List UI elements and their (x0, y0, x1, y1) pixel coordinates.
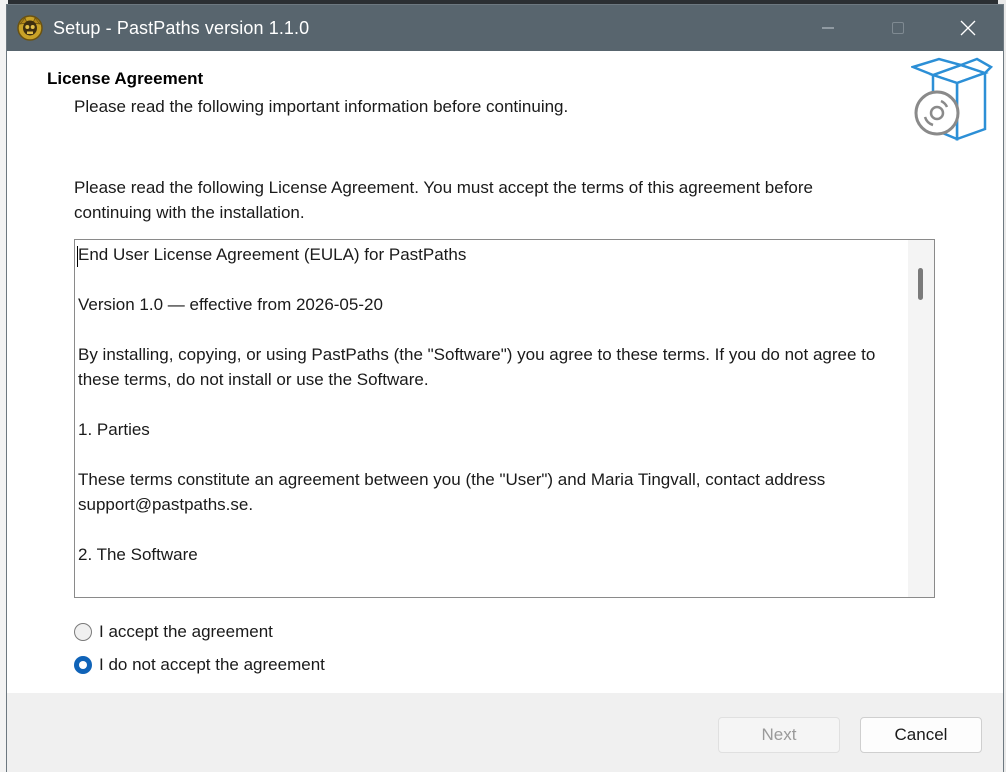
skull-logo-icon (17, 15, 43, 41)
minimize-button[interactable] (793, 5, 863, 51)
scrollbar-thumb[interactable] (918, 268, 923, 300)
wizard-footer: Next Cancel (7, 693, 1003, 772)
license-paragraph: End User License Agreement (EULA) for Pa… (78, 245, 467, 264)
minimize-icon (822, 27, 834, 29)
window-title: Setup - PastPaths version 1.1.0 (53, 17, 310, 38)
license-paragraph: These terms constitute an agreement betw… (78, 470, 826, 514)
license-text: End User License Agreement (EULA) for Pa… (78, 240, 908, 592)
close-icon (960, 20, 976, 36)
accept-agreement-label: I accept the agreement (99, 622, 273, 641)
license-paragraph: 2. The Software (78, 545, 198, 564)
close-button[interactable] (933, 5, 1003, 51)
license-paragraph: 1. Parties (78, 420, 150, 439)
page-subtitle: Please read the following important info… (74, 97, 569, 116)
cancel-button[interactable]: Cancel (860, 717, 982, 753)
license-paragraph: Version 1.0 — effective from 2026-05-20 (78, 295, 383, 314)
title-bar[interactable]: Setup - PastPaths version 1.1.0 (7, 5, 1003, 51)
decline-agreement-label: I do not accept the agreement (99, 655, 325, 674)
license-text-box[interactable]: End User License Agreement (EULA) for Pa… (74, 239, 935, 598)
next-button[interactable]: Next (718, 717, 840, 753)
decline-radio-button[interactable] (74, 656, 92, 674)
setup-box-disc-icon (911, 57, 994, 141)
license-instructions: Please read the following License Agreem… (74, 178, 813, 222)
wizard-header: License Agreement Please read the follow… (7, 51, 1003, 145)
decline-agreement-option[interactable]: I do not accept the agreement (74, 655, 325, 675)
maximize-button[interactable] (863, 5, 933, 51)
page-title: License Agreement (47, 69, 204, 88)
window-controls (793, 5, 1003, 51)
license-scrollbar[interactable] (908, 240, 934, 597)
license-paragraph: By installing, copying, or using PastPat… (78, 345, 876, 389)
accept-agreement-option[interactable]: I accept the agreement (74, 622, 273, 642)
maximize-icon (892, 22, 904, 34)
accept-radio-button[interactable] (74, 623, 92, 641)
setup-window: Setup - PastPaths version 1.1.0 License … (6, 4, 1004, 772)
